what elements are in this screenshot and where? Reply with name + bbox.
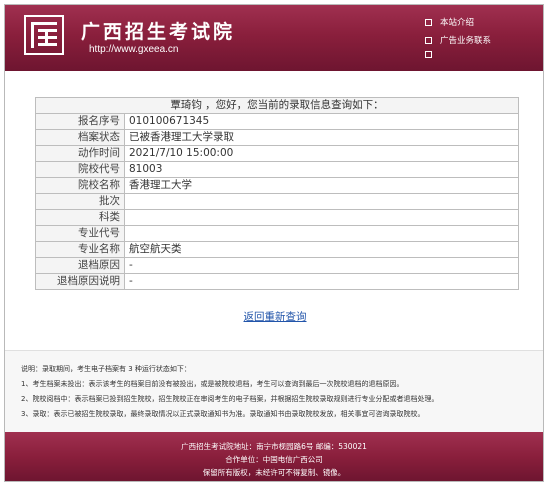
row-label: 院校名称 — [35, 177, 125, 194]
retry-query-link[interactable]: 返回重新查询 — [5, 309, 543, 324]
row-label: 专业名称 — [35, 241, 125, 258]
note-line: 2、院校阅档中：表示档案已投到招生院校，招生院校正在审阅考生的电子档案，并根据招… — [21, 395, 439, 403]
row-label: 科类 — [35, 209, 125, 226]
table-row: 专业名称 航空航天类 — [35, 241, 519, 258]
table-row: 科类 — [35, 209, 519, 226]
row-label: 退档原因说明 — [35, 273, 125, 290]
row-value: 2021/7/10 15:00:00 — [124, 145, 519, 162]
row-value: 81003 — [124, 161, 519, 178]
site-footer: 广西招生考试院地址：南宁市枧园路6号 邮编：530021 合作单位：中国电信广西… — [5, 432, 543, 481]
row-value — [124, 193, 519, 210]
note-line: 3、录取：表示已被招生院校录取，最终录取情况以正式录取通知书为准。录取通知书由录… — [21, 410, 425, 418]
row-label: 批次 — [35, 193, 125, 210]
footer-partner: 合作单位：中国电信广西公司 — [225, 455, 323, 464]
nav-about-label: 本站介绍 — [440, 18, 475, 28]
row-value: 航空航天类 — [124, 241, 519, 258]
page-frame: 广西招生考试院 http://www.gxeea.cn 本站介绍 广告业务联系 … — [4, 4, 544, 482]
table-row: 退档原因说明 - — [35, 273, 519, 290]
nav-ad-contact[interactable]: 广告业务联系 — [425, 34, 491, 46]
row-value: - — [124, 257, 519, 274]
home-icon — [425, 18, 432, 26]
row-value: 010100671345 — [124, 113, 519, 130]
table-row: 动作时间 2021/7/10 15:00:00 — [35, 145, 519, 162]
footer-copyright: 保留所有版权，未经许可不得复制、镜像。 — [202, 468, 346, 477]
home-icon — [425, 51, 432, 58]
status-notes: 说明：录取期间，考生电子档案有 3 种运行状态如下： 1、考生档案未投出：表示该… — [5, 350, 543, 433]
nav-about[interactable]: 本站介绍 — [425, 16, 474, 28]
row-value — [124, 209, 519, 226]
site-header: 广西招生考试院 http://www.gxeea.cn 本站介绍 广告业务联系 — [5, 5, 543, 71]
nav-extra[interactable] — [425, 51, 432, 58]
admission-result-table: 覃琦钧 ，您好，您当前的录取信息查询如下： 报名序号 010100671345 … — [35, 97, 519, 290]
table-row: 院校代号 81003 — [35, 161, 519, 178]
row-value: 已被香港理工大学录取 — [124, 129, 519, 146]
site-title: 广西招生考试院 — [81, 21, 236, 43]
footer-address: 广西招生考试院地址：南宁市枧园路6号 邮编：530021 — [181, 442, 367, 451]
site-logo — [24, 15, 64, 55]
table-row: 退档原因 - — [35, 257, 519, 274]
note-line: 1、考生档案未投出：表示该考生的档案目前没有被投出，或是被院校退档，考生可以查询… — [21, 380, 404, 388]
mail-icon — [425, 36, 432, 44]
row-label: 院校代号 — [35, 161, 125, 178]
greeting: 覃琦钧 ，您好，您当前的录取信息查询如下： — [35, 97, 519, 114]
row-value: 香港理工大学 — [124, 177, 519, 194]
row-label: 退档原因 — [35, 257, 125, 274]
table-row: 批次 — [35, 193, 519, 210]
row-label: 档案状态 — [35, 129, 125, 146]
table-row: 报名序号 010100671345 — [35, 113, 519, 130]
table-row: 专业代号 — [35, 225, 519, 242]
table-row: 院校名称 香港理工大学 — [35, 177, 519, 194]
row-label: 报名序号 — [35, 113, 125, 130]
row-label: 专业代号 — [35, 225, 125, 242]
row-value: - — [124, 273, 519, 290]
note-line: 说明：录取期间，考生电子档案有 3 种运行状态如下： — [21, 365, 191, 373]
row-label: 动作时间 — [35, 145, 125, 162]
table-row: 档案状态 已被香港理工大学录取 — [35, 129, 519, 146]
nav-ad-contact-label: 广告业务联系 — [440, 36, 492, 46]
site-url: http://www.gxeea.cn — [89, 44, 179, 55]
row-value — [124, 225, 519, 242]
